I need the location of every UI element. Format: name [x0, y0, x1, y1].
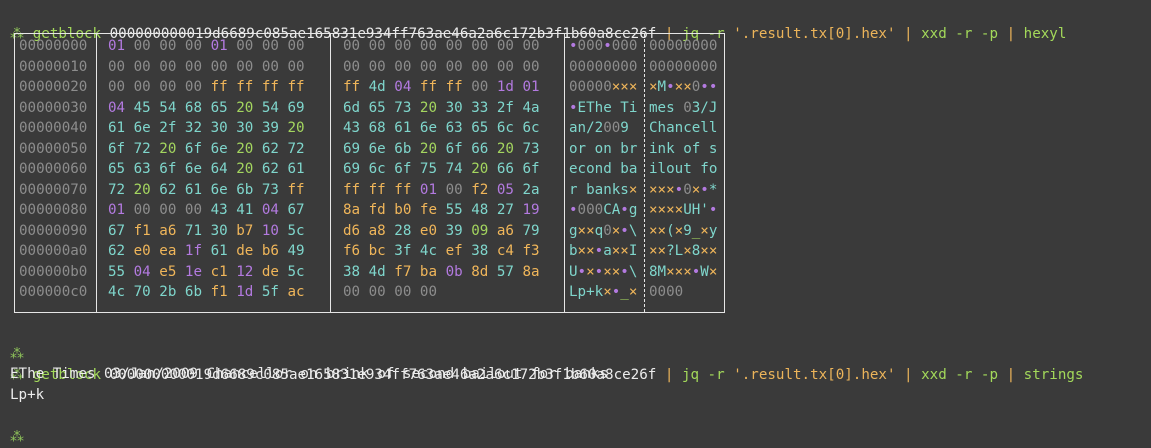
- pipe-symbol: |: [1006, 26, 1016, 42]
- hex-bytes-right: 8a fd b0 fe 55 48 27 19: [343, 202, 540, 218]
- hex-bytes-right: 00 00 00 00 00 00 00 00: [343, 58, 540, 75]
- hex-bytes-left: 00 00 00 00 00 00 00 00: [108, 58, 305, 75]
- hex-bytes-right: 00 00 00 00: [343, 284, 438, 300]
- row-offset: 00000030: [19, 99, 88, 116]
- ascii-left: •000•000: [569, 38, 638, 54]
- row-offset: 000000c0: [19, 284, 88, 300]
- pipe-symbol: |: [904, 367, 913, 383]
- ascii-right: ×××•0×•*: [649, 181, 718, 198]
- ascii-right: Chancell: [649, 120, 718, 136]
- row-offset: 000000b0: [19, 263, 88, 280]
- ascii-right: ×M•××0••: [649, 79, 718, 95]
- ascii-left: •EThe Ti: [569, 99, 638, 116]
- hexdump-row: 00000050 6f 72 20 6f 6e 20 62 72 69 6e 6b …: [15, 139, 724, 160]
- hexdump-row: 000000b0 55 04 e5 1e c1 12 de 5c 38 4d f7 …: [15, 262, 724, 283]
- hex-bytes-left: 01 00 00 00 01 00 00 00: [108, 38, 305, 54]
- hexdump-row: 00000030 04 45 54 68 65 20 54 69 6d 65 73 …: [15, 98, 724, 119]
- hex-bytes-left: 72 20 62 61 6e 6b 73 ff: [108, 181, 305, 198]
- hex-bytes-right: d6 a8 28 e0 39 09 a6 79: [343, 222, 540, 239]
- hex-bytes-left: 6f 72 20 6f 6e 20 62 72: [108, 140, 305, 157]
- hex-bytes-right: f6 bc 3f 4c ef 38 c4 f3: [343, 243, 540, 259]
- ascii-left: 00000×××: [569, 79, 638, 95]
- ascii-right: mes 03/J: [649, 99, 718, 116]
- hex-bytes-left: 01 00 00 00 43 41 04 67: [108, 202, 305, 218]
- ascii-right: ××××UH'•: [649, 202, 718, 218]
- hexdump-row: 000000c0 4c 70 2b 6b f1 1d 5f ac 00 00 00 …: [15, 282, 724, 303]
- hexdump-row: 00000040 61 6e 2f 32 30 30 39 20 43 68 61 …: [15, 118, 724, 139]
- strings-output-line: EThe Times 03/Jan/2009 Chancellor on bri…: [10, 366, 608, 382]
- jq-filter: '.result.tx[0].hex': [733, 26, 896, 42]
- ascii-right: 00000000: [649, 38, 718, 54]
- hexdump-row: 00000080 01 00 00 00 43 41 04 67 8a fd b0 …: [15, 200, 724, 221]
- hex-bytes-right: 6d 65 73 20 30 33 2f 4a: [343, 99, 540, 116]
- pipe-symbol: |: [664, 367, 674, 383]
- ascii-left: econd ba: [569, 161, 638, 177]
- hex-bytes-right: 00 00 00 00 00 00 00 00: [343, 38, 540, 54]
- hex-bytes-left: 55 04 e5 1e c1 12 de 5c: [108, 263, 305, 280]
- ascii-right: 00000000: [649, 58, 718, 75]
- hexdump-row: 00000060 65 63 6f 6e 64 20 62 61 69 6c 6f …: [15, 159, 724, 180]
- row-offset: 00000080: [19, 202, 88, 218]
- hex-bytes-right: 43 68 61 6e 63 65 6c 6c: [343, 120, 540, 136]
- hexdump-row: 00000090 67 f1 a6 71 30 b7 10 5c d6 a8 28 …: [15, 221, 724, 242]
- row-offset: 00000020: [19, 79, 88, 95]
- row-offset: 00000050: [19, 140, 88, 157]
- ascii-left: •000CA•g: [569, 202, 638, 218]
- ascii-left: U•×•××•\: [569, 263, 638, 280]
- hex-bytes-left: 61 6e 2f 32 30 30 39 20: [108, 120, 305, 136]
- hex-bytes-left: 65 63 6f 6e 64 20 62 61: [108, 161, 305, 177]
- row-offset: 00000010: [19, 58, 88, 75]
- ascii-left: Lp+k×•_×: [569, 284, 638, 300]
- hexdump-panel: 00000000 01 00 00 00 01 00 00 00 00 00 00 …: [14, 33, 725, 313]
- row-offset: 000000a0: [19, 243, 88, 259]
- ascii-right: ink of s: [649, 140, 718, 157]
- ascii-right: 0000: [649, 284, 684, 300]
- hex-bytes-left: 04 45 54 68 65 20 54 69: [108, 99, 305, 116]
- ascii-left: r banks×: [569, 181, 638, 198]
- xxd-command: xxd -r -p: [921, 367, 999, 383]
- ascii-left: an/2009: [569, 120, 629, 136]
- ascii-right: ilout fo: [649, 161, 718, 177]
- ascii-right: 8M×××•W×: [649, 263, 718, 280]
- hexdump-row: 000000a0 62 e0 ea 1f 61 de b6 49 f6 bc 3f …: [15, 241, 724, 262]
- hex-bytes-right: 69 6c 6f 75 74 20 66 6f: [343, 161, 540, 177]
- hex-bytes-right: 69 6e 6b 20 6f 66 20 73: [343, 140, 540, 157]
- ascii-right: ××(×9_×y: [649, 222, 718, 239]
- hex-bytes-left: 67 f1 a6 71 30 b7 10 5c: [108, 222, 305, 239]
- xxd-command: xxd -r -p: [921, 26, 999, 42]
- hex-bytes-left: 4c 70 2b 6b f1 1d 5f ac: [108, 284, 305, 300]
- hexdump-row: 00000070 72 20 62 61 6e 6b 73 ff ff ff ff …: [15, 180, 724, 201]
- hex-bytes-left: 00 00 00 00 ff ff ff ff: [108, 79, 305, 95]
- row-offset: 00000070: [19, 181, 88, 198]
- hexdump-row: 00000000 01 00 00 00 01 00 00 00 00 00 00 …: [15, 36, 724, 57]
- row-offset: 00000040: [19, 120, 88, 136]
- hex-bytes-right: ff 4d 04 ff ff 00 1d 01: [343, 79, 540, 95]
- ascii-left: or on br: [569, 140, 638, 157]
- jq-command: jq -r: [681, 367, 725, 383]
- empty-prompt-line[interactable]: ⁂: [10, 321, 24, 362]
- hexyl-command: hexyl: [1023, 26, 1067, 42]
- ascii-left: g××q0×•\: [569, 222, 638, 239]
- pipe-symbol: |: [904, 26, 913, 42]
- hex-bytes-left: 62 e0 ea 1f 61 de b6 49: [108, 243, 305, 259]
- ascii-left: b××•a××I: [569, 243, 638, 259]
- strings-output-line: Lp+k: [10, 387, 45, 403]
- ascii-left: 00000000: [569, 58, 638, 75]
- current-prompt-line[interactable]: ⁂: [10, 404, 24, 445]
- hexdump-row: 00000020 00 00 00 00 ff ff ff ff ff 4d 04 …: [15, 77, 724, 98]
- pipe-symbol: |: [1006, 367, 1016, 383]
- strings-command: strings: [1023, 367, 1084, 383]
- ascii-right: ××?L×8××: [649, 243, 718, 259]
- row-offset: 00000090: [19, 222, 88, 239]
- command-line-2[interactable]: ⁂ getblock 000000000019d6689c085ae165831…: [10, 342, 1083, 383]
- prompt-icon: ⁂: [10, 429, 25, 445]
- hex-bytes-right: 38 4d f7 ba 0b 8d 57 8a: [343, 263, 540, 280]
- hex-bytes-right: ff ff ff 01 00 f2 05 2a: [343, 181, 540, 198]
- hexdump-row: 00000010 00 00 00 00 00 00 00 00 00 00 00 …: [15, 57, 724, 78]
- jq-filter: '.result.tx[0].hex': [733, 367, 896, 383]
- row-offset: 00000060: [19, 161, 88, 177]
- row-offset: 00000000: [19, 38, 88, 54]
- command-line-1[interactable]: ⁂ getblock 000000000019d6689c085ae165831…: [10, 1, 1066, 42]
